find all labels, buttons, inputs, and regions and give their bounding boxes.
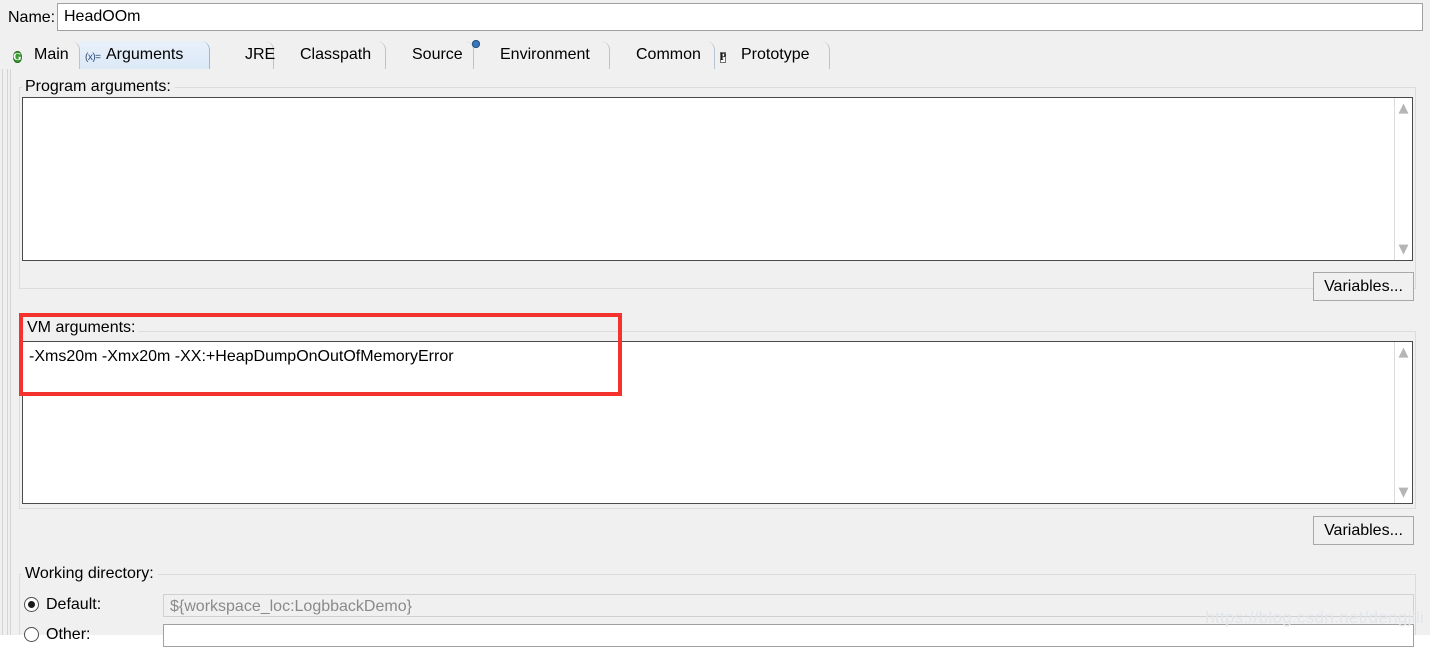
program-arguments-variables-button[interactable]: Variables...	[1313, 272, 1414, 301]
vm-arguments-variables-label: Variables...	[1324, 521, 1403, 539]
program-arguments-input[interactable]: ▲ ▼	[22, 97, 1413, 261]
vm-arguments-input[interactable]: -Xms20m -Xmx20m -XX:+HeapDumpOnOutOfMemo…	[22, 341, 1413, 504]
working-directory-default-radio[interactable]	[24, 597, 39, 612]
tab-arguments-label: Arguments	[106, 46, 184, 63]
name-row: Name: HeadOOm	[0, 0, 1430, 38]
chevron-up-icon[interactable]: ▲	[1395, 344, 1412, 361]
name-input[interactable]: HeadOOm	[57, 3, 1423, 31]
vm-arguments-variables-button[interactable]: Variables...	[1313, 516, 1414, 545]
pencil-edit-icon	[391, 47, 408, 64]
tab-classpath[interactable]: Classpath	[274, 41, 386, 69]
letter-p-box-icon: P	[720, 51, 727, 63]
working-directory-default-label: Default:	[46, 596, 102, 613]
tab-source-label: Source	[412, 46, 463, 63]
working-directory-other-label: Other:	[46, 626, 91, 643]
tab-jre-label: JRE	[245, 46, 276, 63]
tab-main-label: Main	[34, 46, 69, 63]
yellow-nodes-icon	[279, 47, 296, 64]
tab-common[interactable]: Common	[610, 41, 715, 69]
tab-source[interactable]: Source	[386, 41, 474, 69]
tab-prototype-label: Prototype	[741, 46, 810, 63]
panel-edge-left-2	[7, 69, 8, 635]
name-label: Name:	[8, 9, 56, 26]
vm-arguments-label: VM arguments:	[24, 320, 140, 336]
variable-xeq-icon: (x)=	[85, 51, 101, 63]
program-arguments-label: Program arguments:	[22, 79, 175, 95]
books-stack-icon	[224, 47, 241, 64]
tab-bar: G Main (x)= Arguments JRE Classpath Sour…	[0, 38, 1430, 70]
program-arguments-scrollbar[interactable]: ▲ ▼	[1394, 98, 1412, 260]
chevron-down-icon[interactable]: ▼	[1395, 241, 1412, 258]
tab-arguments[interactable]: (x)= Arguments	[80, 41, 210, 69]
table-window-icon	[615, 47, 632, 64]
tab-main[interactable]: G Main	[8, 41, 80, 69]
program-arguments-variables-label: Variables...	[1324, 277, 1403, 295]
chevron-down-icon[interactable]: ▼	[1395, 484, 1412, 501]
arguments-tab-content: Program arguments: ▲ ▼ Variables... VM a…	[0, 69, 1430, 647]
tab-environment-label: Environment	[500, 46, 590, 63]
working-directory-default-value: ${workspace_loc:LogbbackDemo}	[170, 598, 412, 615]
watermark: https://blog.csdn.net/dengjili	[1205, 608, 1424, 627]
panel-edge-left-3	[10, 69, 11, 635]
panel-edge-left-1	[2, 69, 3, 635]
working-directory-label: Working directory:	[22, 566, 158, 582]
vm-arguments-scrollbar[interactable]: ▲ ▼	[1394, 342, 1412, 503]
tab-classpath-label: Classpath	[300, 46, 372, 63]
blue-window-icon	[479, 47, 496, 64]
tab-environment[interactable]: Environment	[474, 41, 610, 69]
tab-common-label: Common	[636, 46, 701, 63]
green-circle-g-icon: G	[13, 50, 22, 63]
chevron-up-icon[interactable]: ▲	[1395, 100, 1412, 117]
vm-arguments-value: -Xms20m -Xmx20m -XX:+HeapDumpOnOutOfMemo…	[29, 348, 454, 365]
tab-jre[interactable]: JRE	[219, 41, 276, 69]
name-input-value: HeadOOm	[64, 8, 141, 25]
tab-prototype[interactable]: P Prototype	[715, 41, 830, 69]
